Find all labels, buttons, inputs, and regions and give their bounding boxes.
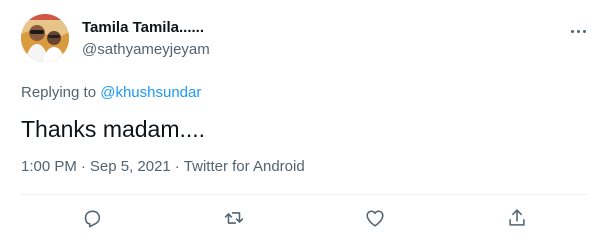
- user-handle[interactable]: @sathyameyjeyam: [82, 41, 210, 58]
- like-button[interactable]: [360, 203, 390, 233]
- retweet-button[interactable]: [219, 203, 249, 233]
- reply-button[interactable]: [77, 203, 107, 233]
- more-dot: [576, 29, 580, 33]
- replying-to: Replying to @khushsundar: [21, 84, 201, 101]
- replying-to-label: Replying to: [21, 84, 97, 101]
- tweet-source[interactable]: Twitter for Android: [184, 158, 305, 175]
- more-dot: [570, 29, 574, 33]
- tweet-date[interactable]: Sep 5, 2021: [90, 158, 171, 175]
- share-icon: [509, 209, 525, 226]
- more-options-icon[interactable]: [568, 21, 588, 41]
- tweet-time[interactable]: 1:00 PM: [21, 158, 77, 175]
- meta-separator: ·: [174, 158, 180, 175]
- share-button[interactable]: [502, 203, 532, 233]
- avatar[interactable]: [21, 14, 69, 62]
- divider: [21, 194, 588, 195]
- tweet-meta: 1:00 PM · Sep 5, 2021 · Twitter for Android: [21, 158, 305, 175]
- display-name[interactable]: Tamila Tamila......: [82, 19, 204, 36]
- reply-mention-link[interactable]: @khushsundar: [100, 84, 201, 101]
- retweet-icon: [224, 212, 244, 224]
- avatar-image: [21, 14, 69, 62]
- more-dot: [582, 29, 586, 33]
- like-icon: [366, 210, 384, 227]
- meta-separator: ·: [80, 158, 86, 175]
- tweet-card: Tamila Tamila...... @sathyameyjeyam Repl…: [0, 0, 600, 250]
- reply-icon: [84, 210, 101, 228]
- tweet-text: Thanks madam....: [21, 116, 206, 142]
- action-bar: [0, 203, 600, 233]
